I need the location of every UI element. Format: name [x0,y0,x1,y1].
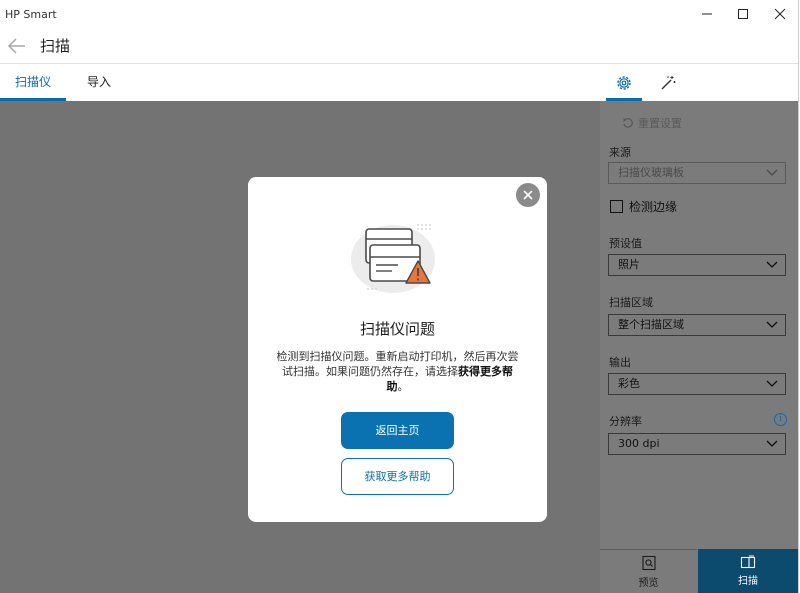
tab-scanner[interactable]: 扫描仪 [0,64,66,101]
source-value: 扫描仪玻璃板 [618,166,684,179]
dialog-title: 扫描仪问题 [359,320,435,338]
dialog-close-button[interactable] [516,183,540,207]
gear-icon [617,75,631,90]
chevron-down-icon [766,321,778,328]
scan-area-label: 扫描区域 [609,296,653,309]
panel-tabs [600,64,798,101]
back-arrow-icon [7,38,25,54]
maximize-icon [738,9,748,19]
preset-label: 预设值 [609,237,642,250]
panel-actions: 预览 扫描 [600,549,798,593]
chevron-down-icon [766,261,778,268]
preview-label: 预览 [638,577,659,589]
tab-settings[interactable] [602,64,646,101]
app-title: HP Smart [5,8,57,21]
scan-area-value: 整个扫描区域 [618,318,684,331]
output-select[interactable]: 彩色 [608,373,786,395]
return-home-button[interactable]: 返回主页 [341,412,454,449]
page-header: 扫描 [0,30,798,64]
source-select[interactable]: 扫描仪玻璃板 [608,162,786,184]
preview-button[interactable]: 预览 [600,549,697,593]
chevron-down-icon [766,440,778,447]
source-label: 来源 [609,146,631,159]
magic-wand-icon [661,75,676,89]
page-title: 扫描 [40,37,71,55]
checkbox-box[interactable] [610,200,623,213]
reset-label: 重置设置 [638,117,682,130]
scan-icon [740,555,756,569]
reset-icon [623,118,633,128]
preset-value: 照片 [618,258,640,271]
scan-button[interactable]: 扫描 [698,549,798,593]
chevron-down-icon [766,169,778,176]
resolution-label: 分辨率 [609,415,642,428]
scan-area-select[interactable]: 整个扫描区域 [608,314,786,336]
close-window-button[interactable] [762,0,798,28]
resolution-value: 300 dpi [618,437,660,450]
settings-panel: 重置设置 来源 扫描仪玻璃板 检测边缘 预设值 照片 扫描区域 整个扫描区域 输… [600,64,798,593]
output-label: 输出 [609,356,631,369]
scan-source-tabs: 扫描仪 导入 [0,64,600,101]
detect-edges-label: 检测边缘 [629,200,678,214]
output-value: 彩色 [618,377,640,390]
preview-icon [641,555,656,570]
tab-import[interactable]: 导入 [76,64,122,101]
message-end: 。 [397,380,409,393]
scanner-error-dialog: 扫描仪问题 检测到扫描仪问题。重新启动打印机，然后再次尝试扫描。如果问题仍然存在… [248,177,547,522]
close-icon [523,190,533,200]
maximize-button[interactable] [725,0,761,28]
detect-edges-checkbox[interactable]: 检测边缘 [610,198,677,215]
scanner-warning-illustration [351,224,435,293]
info-icon[interactable]: i [774,413,787,426]
get-more-help-button[interactable]: 获取更多帮助 [341,458,454,495]
chevron-down-icon [766,380,778,387]
minimize-button[interactable] [689,0,725,28]
title-bar: HP Smart [0,0,798,30]
tab-enhance[interactable] [646,64,690,101]
minimize-icon [702,13,712,15]
dialog-message: 检测到扫描仪问题。重新启动打印机，然后再次尝试扫描。如果问题仍然存在，请选择获得… [274,349,521,394]
resolution-select[interactable]: 300 dpi [608,433,786,455]
preset-select[interactable]: 照片 [608,254,786,276]
close-icon [774,8,786,20]
back-button[interactable] [6,36,28,56]
scan-label: 扫描 [738,576,758,587]
reset-settings-button[interactable]: 重置设置 [622,115,682,131]
app-window: HP Smart 扫描 扫描仪 导入 重置设置 来源 扫描仪玻璃板 检测边缘 预… [0,0,799,593]
